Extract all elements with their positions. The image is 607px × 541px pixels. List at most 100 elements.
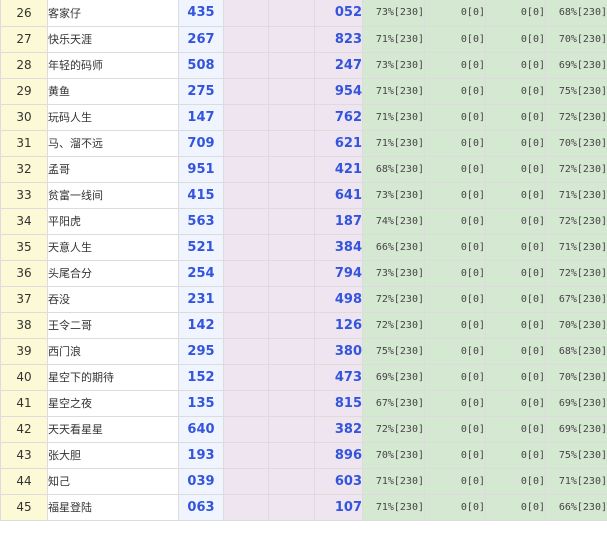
table-row: 42 天天看星星 640 382 72%[230] 0[0] 0[0] 69%[230] [0,416,607,443]
percent-1: 71%[230] [362,78,425,105]
percent-2: 72%[230] [545,156,607,183]
zero-count-1: 0[0] [424,104,486,131]
value-b: 621 [314,130,363,157]
empty-cell [268,338,315,365]
table-row: 37 吞没 231 498 72%[230] 0[0] 0[0] 67%[230] [0,286,607,313]
zero-count-1: 0[0] [424,0,486,27]
zero-count-2: 0[0] [485,312,546,339]
user-name: 王令二哥 [47,312,179,339]
value-a: 275 [178,78,224,105]
value-b: 498 [314,286,363,313]
value-a: 521 [178,234,224,261]
empty-cell [223,442,269,469]
zero-count-1: 0[0] [424,156,486,183]
user-name: 星空之夜 [47,390,179,417]
table-row: 36 头尾合分 254 794 73%[230] 0[0] 0[0] 72%[230] [0,260,607,287]
user-name: 马、溜不远 [47,130,179,157]
user-name: 客家仔 [47,0,179,27]
percent-1: 68%[230] [362,156,425,183]
value-b: 421 [314,156,363,183]
row-number: 29 [0,78,48,105]
empty-cell [223,104,269,131]
percent-1: 75%[230] [362,338,425,365]
percent-2: 69%[230] [545,416,607,443]
user-name: 知己 [47,468,179,495]
zero-count-1: 0[0] [424,260,486,287]
row-number: 41 [0,390,48,417]
percent-2: 69%[230] [545,390,607,417]
row-number: 26 [0,0,48,27]
percent-1: 66%[230] [362,234,425,261]
user-name: 福星登陆 [47,494,179,521]
percent-2: 71%[230] [545,468,607,495]
empty-cell [223,390,269,417]
percent-2: 67%[230] [545,286,607,313]
percent-2: 69%[230] [545,52,607,79]
user-name: 孟哥 [47,156,179,183]
zero-count-1: 0[0] [424,468,486,495]
row-number: 36 [0,260,48,287]
table-row: 27 快乐天涯 267 823 71%[230] 0[0] 0[0] 70%[230] [0,26,607,53]
row-number: 28 [0,52,48,79]
value-b: 603 [314,468,363,495]
value-b: 107 [314,494,363,521]
empty-cell [223,260,269,287]
empty-cell [223,494,269,521]
empty-cell [223,0,269,27]
zero-count-2: 0[0] [485,156,546,183]
percent-2: 72%[230] [545,104,607,131]
percent-1: 71%[230] [362,130,425,157]
value-b: 794 [314,260,363,287]
percent-2: 68%[230] [545,338,607,365]
value-a: 295 [178,338,224,365]
zero-count-2: 0[0] [485,0,546,27]
table-row: 39 西门浪 295 380 75%[230] 0[0] 0[0] 68%[230] [0,338,607,365]
row-number: 37 [0,286,48,313]
percent-1: 73%[230] [362,260,425,287]
table-row: 45 福星登陆 063 107 71%[230] 0[0] 0[0] 66%[230] [0,494,607,521]
zero-count-1: 0[0] [424,442,486,469]
empty-cell [268,494,315,521]
user-name: 西门浪 [47,338,179,365]
empty-cell [268,364,315,391]
percent-2: 70%[230] [545,312,607,339]
empty-cell [223,78,269,105]
empty-cell [268,130,315,157]
value-a: 415 [178,182,224,209]
percent-2: 72%[230] [545,260,607,287]
percent-1: 70%[230] [362,442,425,469]
zero-count-2: 0[0] [485,364,546,391]
percent-1: 73%[230] [362,0,425,27]
table-row: 44 知己 039 603 71%[230] 0[0] 0[0] 71%[230] [0,468,607,495]
empty-cell [223,416,269,443]
value-a: 640 [178,416,224,443]
table-body: 26 客家仔 435 052 73%[230] 0[0] 0[0] 68%[230] 27 快乐天… [0,0,607,521]
value-a: 135 [178,390,224,417]
zero-count-1: 0[0] [424,286,486,313]
zero-count-1: 0[0] [424,390,486,417]
zero-count-1: 0[0] [424,52,486,79]
row-number: 27 [0,26,48,53]
zero-count-2: 0[0] [485,260,546,287]
value-a: 563 [178,208,224,235]
empty-cell [223,26,269,53]
zero-count-2: 0[0] [485,416,546,443]
value-a: 508 [178,52,224,79]
percent-2: 75%[230] [545,78,607,105]
percent-1: 71%[230] [362,26,425,53]
table-row: 33 贫富一线间 415 641 73%[230] 0[0] 0[0] 71%[230] [0,182,607,209]
empty-cell [268,416,315,443]
results-table: 26 客家仔 435 052 73%[230] 0[0] 0[0] 68%[230] 27 快乐天… [0,0,607,521]
percent-1: 72%[230] [362,286,425,313]
zero-count-2: 0[0] [485,130,546,157]
empty-cell [268,234,315,261]
table-row: 26 客家仔 435 052 73%[230] 0[0] 0[0] 68%[230] [0,0,607,27]
user-name: 平阳虎 [47,208,179,235]
row-number: 39 [0,338,48,365]
zero-count-2: 0[0] [485,442,546,469]
row-number: 32 [0,156,48,183]
zero-count-2: 0[0] [485,494,546,521]
empty-cell [268,260,315,287]
percent-2: 70%[230] [545,130,607,157]
empty-cell [268,312,315,339]
